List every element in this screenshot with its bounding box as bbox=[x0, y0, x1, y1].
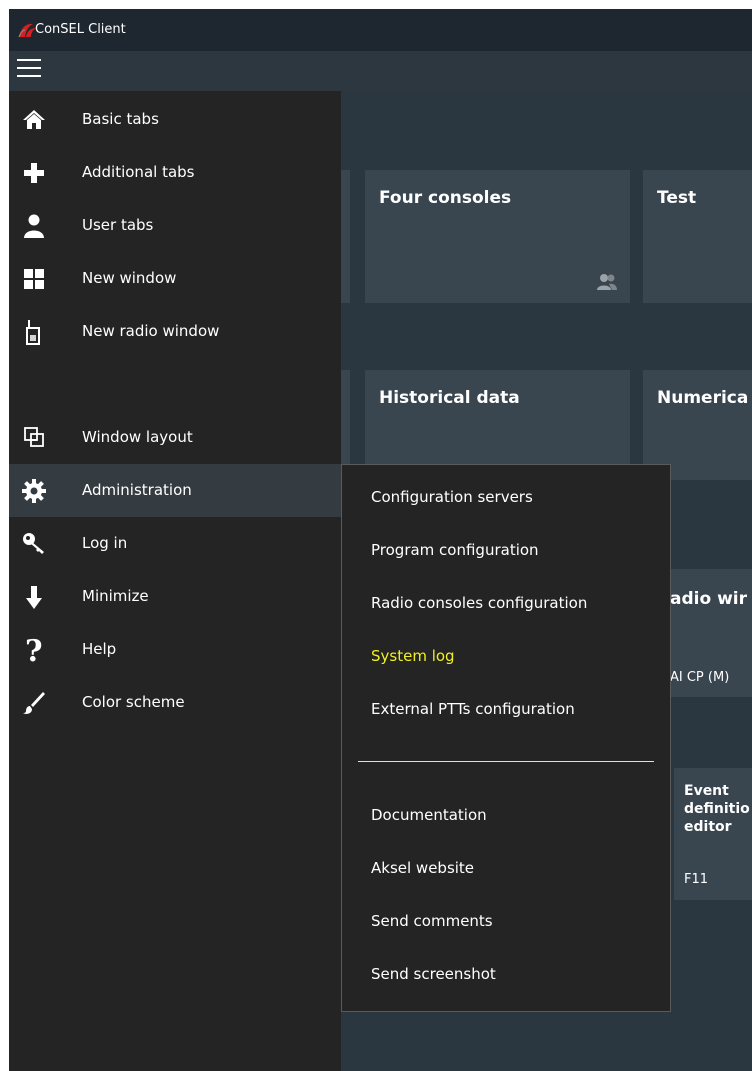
windows-grid-icon bbox=[24, 269, 44, 289]
svg-text:?: ? bbox=[25, 637, 43, 663]
menu-item-external-ptts-configuration[interactable]: External PTTs configuration bbox=[342, 683, 670, 735]
app-logo-icon bbox=[18, 23, 36, 38]
tile-title: Historical data bbox=[379, 388, 520, 408]
sidebar-item-basic-tabs[interactable]: Basic tabs bbox=[9, 93, 341, 146]
radio-handset-icon bbox=[26, 320, 40, 345]
menu-item-send-screenshot[interactable]: Send screenshot bbox=[342, 948, 670, 1000]
menu-item-label: Documentation bbox=[371, 806, 487, 824]
sidebar-item-label: Additional tabs bbox=[82, 163, 195, 181]
tile-subtitle: AI CP (M) bbox=[670, 670, 730, 685]
tile-title: Four consoles bbox=[379, 188, 512, 208]
hamburger-menu-icon[interactable] bbox=[14, 55, 44, 81]
sidebar-item-label: Administration bbox=[82, 481, 192, 499]
menu-item-label: External PTTs configuration bbox=[371, 700, 575, 718]
question-icon: ? bbox=[25, 637, 43, 663]
sidebar-item-label: Basic tabs bbox=[82, 110, 159, 128]
brush-icon bbox=[23, 692, 45, 714]
sidebar-item-label: Help bbox=[82, 640, 117, 658]
tile-test[interactable]: Test bbox=[643, 170, 752, 303]
tile-radio-window[interactable]: adio wir AI CP (M) bbox=[664, 569, 752, 697]
sidebar-item-label: Window layout bbox=[82, 428, 193, 446]
sidebar-item-help[interactable]: ? Help bbox=[9, 623, 341, 676]
menu-item-label: Send comments bbox=[371, 912, 493, 930]
tile-shortcut: F11 bbox=[684, 872, 709, 887]
menu-item-aksel-website[interactable]: Aksel website bbox=[342, 842, 670, 894]
arrow-down-icon bbox=[26, 586, 42, 609]
title-bar: ConSEL Client bbox=[9, 9, 752, 51]
menu-item-label: Configuration servers bbox=[371, 488, 533, 506]
tile-title: Numerica bbox=[657, 388, 749, 408]
sidebar-item-color-scheme[interactable]: Color scheme bbox=[9, 676, 341, 729]
sidebar-item-label: New radio window bbox=[82, 322, 220, 340]
tile-title: Event definitio editor bbox=[684, 783, 750, 835]
sidebar-item-label: Log in bbox=[82, 534, 128, 552]
menu-item-program-configuration[interactable]: Program configuration bbox=[342, 524, 670, 576]
sidebar-item-minimize[interactable]: Minimize bbox=[9, 570, 341, 623]
menu-item-label: System log bbox=[371, 647, 455, 665]
users-icon bbox=[597, 274, 617, 290]
menu-item-label: Send screenshot bbox=[371, 965, 496, 983]
sidebar-item-user-tabs[interactable]: User tabs bbox=[9, 199, 341, 252]
menu-item-label: Program configuration bbox=[371, 541, 539, 559]
window-title: ConSEL Client bbox=[35, 22, 126, 37]
tile-event-definition-editor[interactable]: Event definitio editor F11 bbox=[674, 768, 752, 900]
menu-item-label: Radio consoles configuration bbox=[371, 594, 588, 612]
window-layout-icon bbox=[24, 427, 44, 447]
app-window: ConSEL Client Four consoles Test Histori… bbox=[9, 9, 752, 1071]
tile-four-consoles[interactable]: Four consoles bbox=[365, 170, 630, 303]
sidebar-item-label: Color scheme bbox=[82, 693, 185, 711]
administration-submenu: Configuration servers Program configurat… bbox=[341, 464, 671, 1012]
sidebar-menu: Basic tabs Additional tabs User tabs New… bbox=[9, 91, 341, 1071]
menu-item-send-comments[interactable]: Send comments bbox=[342, 895, 670, 947]
sidebar-item-log-in[interactable]: Log in bbox=[9, 517, 341, 570]
sidebar-item-label: New window bbox=[82, 269, 177, 287]
user-icon bbox=[24, 214, 44, 238]
menu-item-configuration-servers[interactable]: Configuration servers bbox=[342, 471, 670, 523]
tile-title: Test bbox=[657, 188, 697, 208]
sidebar-item-new-radio-window[interactable]: New radio window bbox=[9, 305, 341, 358]
home-icon bbox=[23, 110, 45, 129]
sidebar-item-additional-tabs[interactable]: Additional tabs bbox=[9, 146, 341, 199]
sidebar-item-label: User tabs bbox=[82, 216, 154, 234]
sidebar-item-new-window[interactable]: New window bbox=[9, 252, 341, 305]
plus-icon bbox=[24, 163, 44, 183]
tile-title: adio wir bbox=[670, 589, 747, 609]
menu-item-documentation[interactable]: Documentation bbox=[342, 789, 670, 841]
sidebar-item-administration[interactable]: Administration bbox=[9, 464, 341, 517]
gear-icon bbox=[22, 479, 46, 503]
menu-separator bbox=[358, 761, 654, 762]
menu-item-radio-consoles-configuration[interactable]: Radio consoles configuration bbox=[342, 577, 670, 629]
menu-item-label: Aksel website bbox=[371, 859, 475, 877]
sidebar-item-window-layout[interactable]: Window layout bbox=[9, 411, 341, 464]
sidebar-item-label: Minimize bbox=[82, 587, 149, 605]
key-icon bbox=[23, 533, 44, 554]
toolbar bbox=[9, 51, 752, 91]
menu-item-system-log[interactable]: System log bbox=[342, 630, 670, 682]
